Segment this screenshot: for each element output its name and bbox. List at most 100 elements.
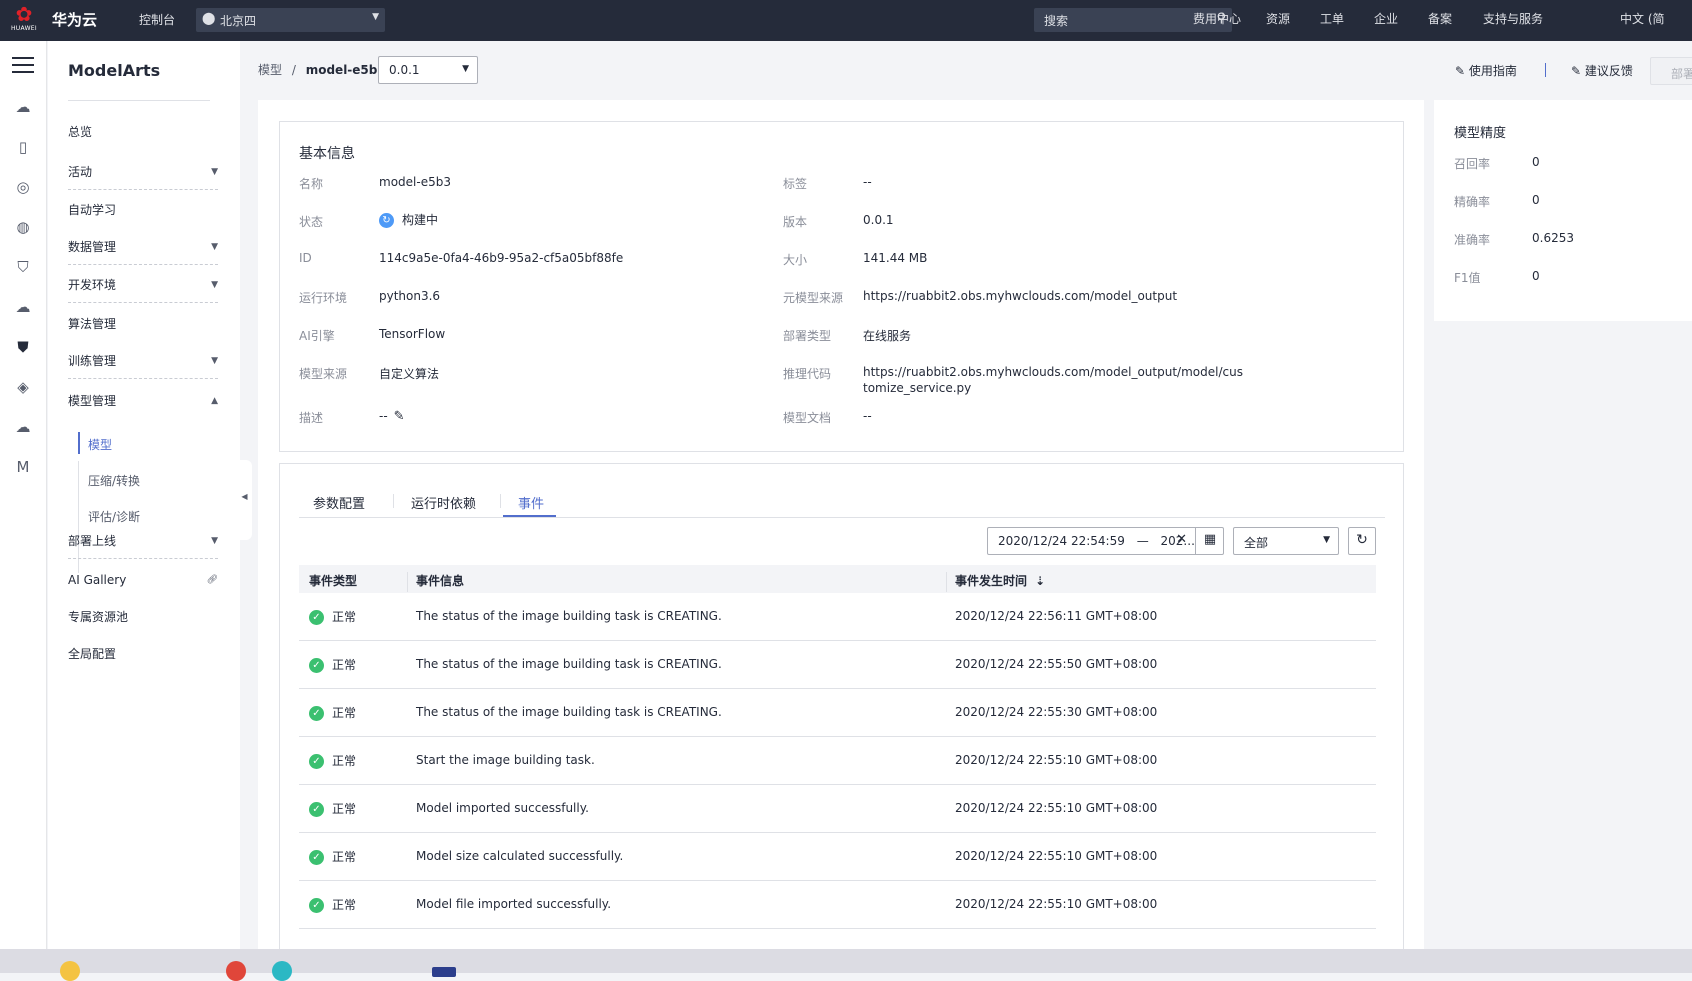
sidebar-item-label: 活动 [68, 165, 93, 179]
sidebar-item-algorithm-management[interactable]: 算法管理 [68, 306, 218, 342]
taskbar-app-icon[interactable] [432, 967, 456, 977]
sidebar-item-auto-learning[interactable]: 自动学习 [68, 192, 218, 228]
breadcrumb-current: model-e5b3 [305, 63, 386, 77]
f1-value: 0 [1532, 269, 1540, 283]
inference-code-value[interactable]: https://ruabbit2.obs.myhwclouds.com/mode… [863, 365, 1243, 395]
sidebar-item-dedicated-pool[interactable]: 专属资源池 [68, 599, 218, 635]
sort-icon[interactable]: ⇣ [1035, 574, 1045, 588]
nav-support[interactable]: 支持与服务 [1483, 10, 1543, 27]
name-label: 名称 [299, 177, 324, 191]
success-check-icon: ✓ [309, 850, 324, 865]
ai-icon[interactable]: ◈ [11, 375, 35, 399]
breadcrumb-parent-link[interactable]: 模型 [258, 63, 282, 77]
date-separator: — [1136, 534, 1149, 548]
sidebar-item-deployment[interactable]: 部署上线 ▼ [68, 523, 218, 559]
taskbar-app-icon[interactable] [226, 961, 246, 981]
caret-down-icon: ▼ [211, 167, 218, 177]
tab-events[interactable]: 事件 [518, 493, 544, 512]
console-link[interactable]: 控制台 [139, 11, 175, 28]
event-info-cell: The status of the image building task is… [416, 657, 722, 671]
user-guide-link[interactable]: ✎ 使用指南 [1455, 62, 1517, 79]
sidebar-item-data-management[interactable]: 数据管理 ▼ [68, 229, 218, 265]
building-status-icon: ↻ [379, 213, 394, 228]
cdn-icon[interactable]: ◍ [11, 215, 35, 239]
edit-pencil-icon[interactable]: ✎ [394, 409, 405, 424]
region-value: 北京四 [220, 14, 257, 28]
tab-runtime-dependencies[interactable]: 运行时依赖 [411, 493, 476, 512]
event-type-cell: ✓ 正常 [309, 608, 356, 625]
shield-active-icon[interactable]: ⛊ [11, 335, 35, 359]
sidebar-item-training-management[interactable]: 训练管理 ▼ [68, 343, 218, 379]
id-value: 114c9a5e-0fa4-46b9-95a2-cf5a05bf88fe [379, 251, 624, 265]
sidebar-item-dev-environment[interactable]: 开发环境 ▼ [68, 267, 218, 303]
nav-icp[interactable]: 备案 [1428, 10, 1452, 27]
nav-billing[interactable]: 费用中心 [1193, 10, 1241, 27]
refresh-button[interactable]: ↻ [1348, 527, 1376, 555]
nav-resources[interactable]: 资源 [1266, 10, 1290, 27]
sidebar-subitem-models[interactable]: 模型 [88, 436, 112, 453]
precision-label: 精确率 [1454, 195, 1491, 209]
meta-model-source-value[interactable]: https://ruabbit2.obs.myhwclouds.com/mode… [863, 289, 1177, 303]
calendar-icon[interactable]: ▦ [1195, 527, 1224, 555]
tab-parameters[interactable]: 参数配置 [313, 493, 365, 512]
cloud-icon[interactable]: ☁ [11, 295, 35, 319]
sidebar-item-ai-gallery[interactable]: AI Gallery 🔗︎ [68, 562, 218, 598]
basic-info-title: 基本信息 [299, 146, 355, 162]
tags-value: -- [863, 175, 872, 189]
model-source-value: 自定义算法 [379, 367, 440, 381]
sidebar-item-overview[interactable]: 总览 [68, 114, 218, 150]
event-time-cell: 2020/12/24 22:56:11 GMT+08:00 [955, 609, 1158, 623]
taskbar-app-icon[interactable] [60, 961, 80, 981]
column-header-time[interactable]: 事件发生时间 ⇣ [955, 572, 1045, 589]
events-table-header: 事件类型 事件信息 事件发生时间 ⇣ [299, 565, 1376, 593]
cloud-sync-icon[interactable]: ☁ [11, 415, 35, 439]
huawei-logo[interactable]: ✿ HUAWEI [8, 3, 40, 37]
success-check-icon: ✓ [309, 610, 324, 625]
event-time-cell: 2020/12/24 22:55:10 GMT+08:00 [955, 897, 1158, 911]
modelarts-icon[interactable]: Ⅿ [11, 455, 35, 479]
feedback-icon: ✎ [1571, 64, 1585, 78]
menu-icon[interactable] [12, 57, 34, 78]
event-type-text: 正常 [332, 802, 357, 816]
table-row: ✓ 正常 Model imported successfully. 2020/12… [299, 785, 1376, 833]
success-check-icon: ✓ [309, 898, 324, 913]
meta-model-source-label: 元模型来源 [783, 291, 844, 305]
nav-language[interactable]: 中文 (简 [1620, 10, 1692, 27]
clear-icon[interactable]: ✕ [1176, 532, 1187, 547]
version-select[interactable]: 0.0.1 ▼ [378, 56, 478, 84]
success-check-icon: ✓ [309, 658, 324, 673]
event-type-text: 正常 [332, 754, 357, 768]
model-doc-value: -- [863, 409, 872, 423]
column-divider [946, 572, 947, 592]
active-tab-underline [503, 515, 556, 517]
nav-enterprise[interactable]: 企业 [1374, 10, 1398, 27]
success-check-icon: ✓ [309, 706, 324, 721]
nav-tickets[interactable]: 工单 [1320, 10, 1344, 27]
taskbar-app-icon[interactable] [272, 961, 292, 981]
sidebar-collapse-toggle[interactable]: ◀ [237, 460, 252, 540]
storage-icon[interactable]: ▯ [11, 135, 35, 159]
network-globe-icon[interactable]: ◎ [11, 175, 35, 199]
event-type-select[interactable]: 全部 ▼ [1233, 527, 1339, 555]
sidebar-item-model-management[interactable]: 模型管理 ▲ [68, 383, 218, 419]
sidebar-subitem-compress-convert[interactable]: 压缩/转换 [88, 472, 140, 489]
service-icon-bar: ☁ ▯ ◎ ◍ ⛉ ☁ ⛊ ◈ ☁ Ⅿ [0, 41, 47, 960]
region-select[interactable]: ⬤ 北京四 ▼ [196, 8, 385, 32]
event-type-cell: ✓ 正常 [309, 848, 356, 865]
caret-down-icon: ▼ [211, 536, 218, 546]
description-label: 描述 [299, 411, 324, 425]
ai-engine-label: AI引擎 [299, 329, 335, 343]
deploy-button[interactable]: 部署 [1650, 57, 1692, 85]
sidebar-item-label: 自动学习 [68, 203, 117, 217]
sidebar-item-activities[interactable]: 活动 ▼ [68, 154, 218, 190]
cloud-server-icon[interactable]: ☁ [11, 95, 35, 119]
sidebar-item-global-config[interactable]: 全局配置 [68, 636, 218, 672]
security-shield-icon[interactable]: ⛉ [11, 255, 35, 279]
event-type-text: 正常 [332, 658, 357, 672]
tab-separator [393, 494, 394, 508]
sidebar-item-label: 专属资源池 [68, 610, 129, 624]
brand-name[interactable]: 华为云 [52, 9, 97, 30]
feedback-link[interactable]: ✎ 建议反馈 [1571, 62, 1633, 79]
chevron-down-icon: ▼ [372, 12, 379, 22]
date-range-picker[interactable]: 2020/12/24 22:54:59 — 202... ✕ [987, 527, 1224, 555]
